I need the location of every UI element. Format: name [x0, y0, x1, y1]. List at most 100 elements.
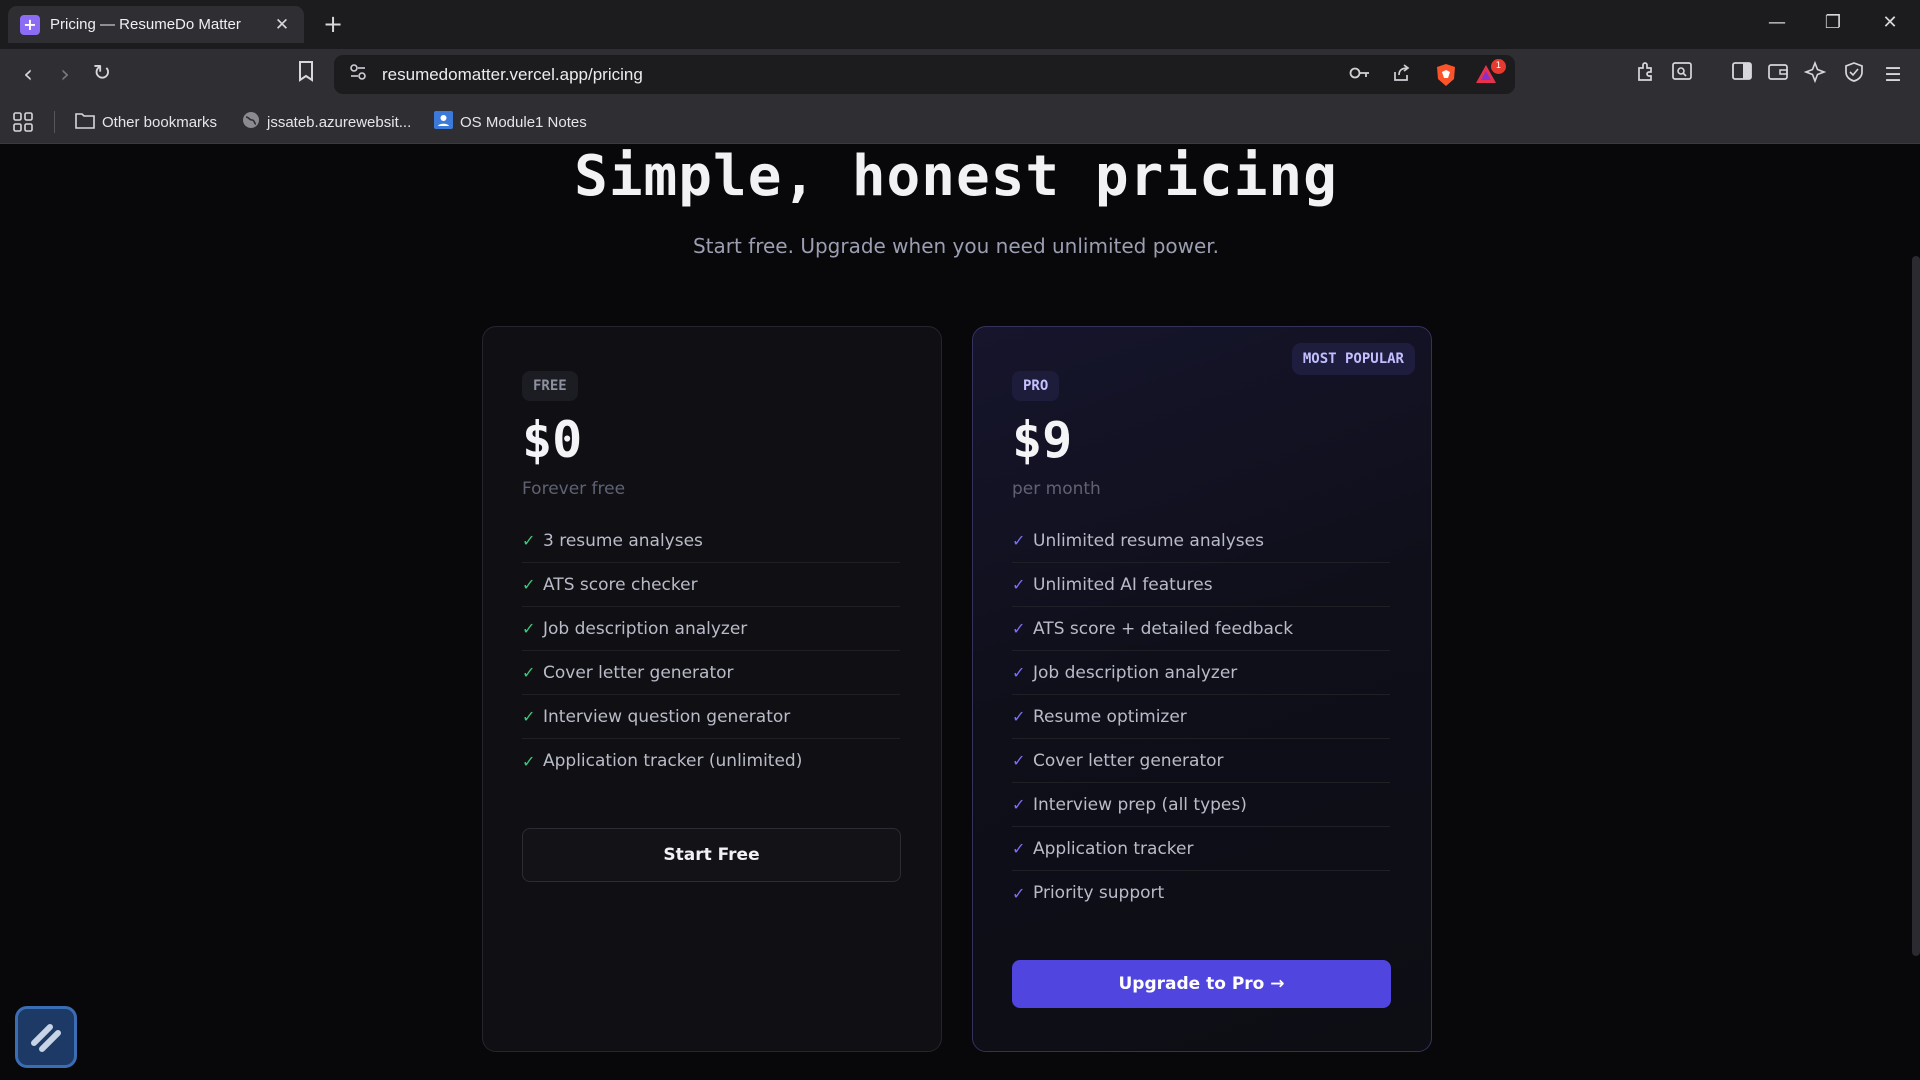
tab-strip: + Pricing — ResumeDo Matter ✕ + — ❐ ✕	[0, 0, 1920, 49]
feature-label: Cover letter generator	[1033, 750, 1224, 771]
pro-price: $9	[1012, 411, 1073, 469]
pro-period: per month	[1012, 479, 1101, 499]
vpn-shield-icon[interactable]	[1840, 61, 1868, 89]
feature-item: ✓ Job description analyzer	[522, 607, 900, 651]
key-icon[interactable]	[1348, 63, 1372, 87]
free-plan-card: FREE $0 Forever free ✓ 3 resume analyses …	[482, 326, 942, 1052]
feature-item: ✓ Application tracker (unlimited)	[522, 739, 900, 783]
bookmark-os-module1-notes[interactable]: OS Module1 Notes	[434, 100, 587, 144]
feature-label: ATS score + detailed feedback	[1033, 618, 1294, 639]
check-icon: ✓	[522, 619, 536, 638]
check-icon: ✓	[522, 575, 536, 594]
address-bar[interactable]: resumedomatter.vercel.app/pricing 1	[334, 55, 1515, 94]
rewards-icon[interactable]: 1	[1474, 59, 1506, 87]
rewards-count-badge: 1	[1491, 59, 1506, 74]
feature-label: Application tracker	[1033, 838, 1194, 859]
check-icon: ✓	[1012, 751, 1026, 770]
browser-toolbar: ‹ › ↻ resumedomatter.vercel.app/pricing …	[0, 49, 1920, 100]
feature-item: ✓ 3 resume analyses	[522, 519, 900, 563]
feature-label: Unlimited AI features	[1033, 574, 1213, 595]
check-icon: ✓	[1012, 619, 1026, 638]
leo-ai-icon[interactable]	[1801, 60, 1829, 89]
bookmark-label: OS Module1 Notes	[460, 113, 587, 131]
minimize-icon[interactable]: —	[1757, 8, 1797, 38]
check-icon: ✓	[1012, 531, 1026, 550]
feature-label: Job description analyzer	[1033, 662, 1238, 683]
page-scrollbar[interactable]	[1912, 256, 1920, 956]
feature-item: ✓ Interview question generator	[522, 695, 900, 739]
check-icon: ✓	[522, 751, 536, 771]
wallet-icon[interactable]	[1764, 61, 1792, 89]
feature-item: ✓ ATS score + detailed feedback	[1012, 607, 1390, 651]
feature-label: Interview question generator	[543, 706, 791, 727]
extensions-icon[interactable]	[1632, 61, 1660, 89]
start-free-button[interactable]: Start Free	[522, 828, 901, 882]
feature-item: ✓ Cover letter generator	[1012, 739, 1390, 783]
page-subtitle: Start free. Upgrade when you need unlimi…	[692, 234, 1220, 258]
feature-item: ✓ Interview prep (all types)	[1012, 783, 1390, 827]
check-icon: ✓	[1012, 883, 1026, 903]
site-info-icon[interactable]	[346, 63, 370, 87]
check-icon: ✓	[522, 663, 536, 682]
back-icon[interactable]: ‹	[13, 60, 43, 90]
plus-favicon-icon: +	[20, 14, 40, 35]
sidebar-icon[interactable]	[1728, 61, 1756, 89]
most-popular-badge: MOST POPULAR	[1291, 343, 1415, 375]
free-period: Forever free	[522, 479, 626, 499]
feature-label: Job description analyzer	[543, 618, 748, 639]
plan-tag-pro: PRO	[1012, 371, 1060, 401]
bookmark-jssateb[interactable]: jssateb.azurewebsit...	[242, 100, 411, 144]
feature-item: ✓ Resume optimizer	[1012, 695, 1390, 739]
menu-icon[interactable]: ☰	[1879, 61, 1907, 89]
feature-label: Interview prep (all types)	[1033, 794, 1247, 815]
feature-label: Unlimited resume analyses	[1033, 530, 1264, 551]
page-title: Simple, honest pricing	[574, 144, 1338, 209]
folder-icon	[75, 112, 95, 133]
feature-label: Priority support	[1033, 883, 1165, 903]
feature-item: ✓ ATS score checker	[522, 563, 900, 607]
bookmark-label: Other bookmarks	[102, 113, 218, 131]
feature-item: ✓ Job description analyzer	[1012, 651, 1390, 695]
bookmark-icon[interactable]	[291, 60, 321, 90]
check-icon: ✓	[1012, 839, 1026, 858]
free-price: $0	[522, 411, 583, 469]
feature-item: ✓ Unlimited resume analyses	[1012, 519, 1390, 563]
apps-grid-icon[interactable]	[12, 100, 34, 144]
feature-label: ATS score checker	[543, 574, 698, 595]
check-icon: ✓	[1012, 795, 1026, 814]
forward-icon[interactable]: ›	[50, 60, 80, 90]
bookmarks-divider	[54, 111, 55, 133]
assistant-launcher-button[interactable]	[15, 1006, 77, 1068]
close-window-icon[interactable]: ✕	[1870, 8, 1910, 38]
reload-icon[interactable]: ↻	[87, 60, 117, 90]
bookmark-label: jssateb.azurewebsit...	[267, 113, 412, 131]
pricing-page: Simple, honest pricing Start free. Upgra…	[0, 144, 1920, 1080]
reader-mode-icon[interactable]	[1668, 61, 1696, 89]
tab-title: Pricing — ResumeDo Matter	[50, 16, 241, 33]
close-tab-icon[interactable]: ✕	[272, 15, 292, 35]
browser-tab[interactable]: + Pricing — ResumeDo Matter ✕	[8, 6, 304, 43]
check-icon: ✓	[1012, 663, 1026, 682]
bookmarks-bar: Other bookmarks jssateb.azurewebsit... O…	[0, 100, 1920, 144]
pro-plan-card: MOST POPULAR PRO $9 per month ✓ Unlimited…	[972, 326, 1432, 1052]
feature-label: Application tracker (unlimited)	[543, 751, 803, 771]
feature-item: ✓ Cover letter generator	[522, 651, 900, 695]
feature-item: ✓ Unlimited AI features	[1012, 563, 1390, 607]
share-icon[interactable]	[1389, 63, 1413, 87]
plan-tag-free: FREE	[522, 371, 578, 401]
feature-label: 3 resume analyses	[543, 530, 703, 551]
free-feature-list: ✓ 3 resume analyses ✓ ATS score checker ✓ J…	[522, 519, 900, 783]
globe-icon	[242, 111, 260, 133]
feature-label: Resume optimizer	[1033, 706, 1187, 727]
new-tab-icon[interactable]: +	[319, 10, 347, 38]
restore-icon[interactable]: ❐	[1813, 8, 1853, 38]
brave-shields-icon[interactable]	[1435, 63, 1457, 87]
feature-item: ✓ Application tracker	[1012, 827, 1390, 871]
pro-feature-list: ✓ Unlimited resume analyses ✓ Unlimited AI…	[1012, 519, 1390, 915]
feature-item: ✓ Priority support	[1012, 871, 1390, 915]
check-icon: ✓	[1012, 575, 1026, 594]
url-text[interactable]: resumedomatter.vercel.app/pricing	[382, 55, 643, 94]
contact-icon	[434, 111, 453, 133]
upgrade-to-pro-button[interactable]: Upgrade to Pro →	[1012, 960, 1391, 1008]
bookmark-other-bookmarks[interactable]: Other bookmarks	[75, 100, 217, 144]
